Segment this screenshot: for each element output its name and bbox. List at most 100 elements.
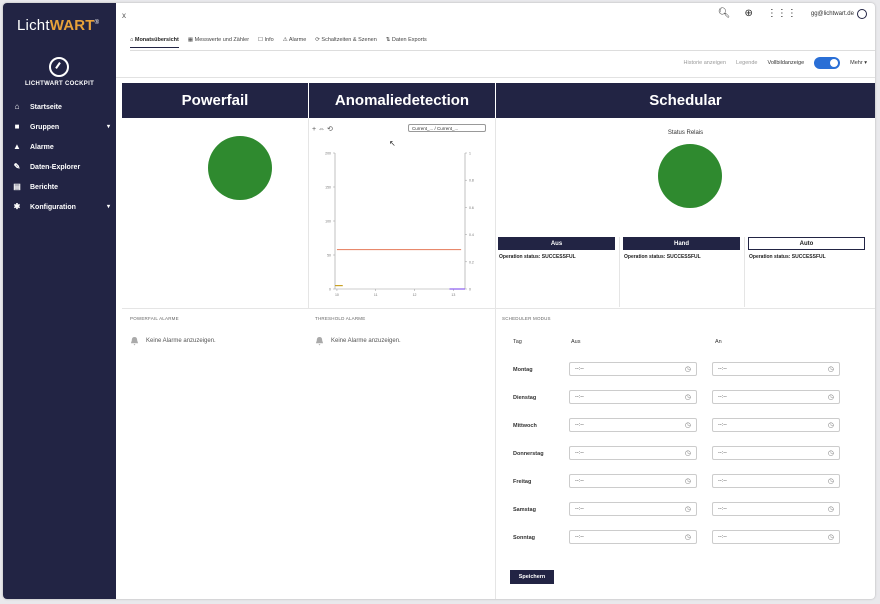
tab-info[interactable]: ☐ Info	[258, 37, 274, 48]
time-value: --:--	[718, 450, 727, 456]
user-menu[interactable]: gg@lichtwart.de	[810, 8, 867, 19]
x-tick-label: 12	[413, 293, 417, 297]
day-label: Samstag	[513, 507, 536, 513]
mode-hand-button[interactable]: Hand	[623, 237, 740, 250]
zoom-icon[interactable]: +	[312, 126, 316, 133]
time-input-an[interactable]: --:-- ◷	[712, 446, 840, 460]
tab-messwerte[interactable]: ▦ Messwerte und Zähler	[188, 37, 249, 48]
tab-daten-exports[interactable]: ⇅ Daten Exports	[386, 37, 427, 48]
day-label: Sonntag	[513, 535, 535, 541]
sidebar-nav: ⌂ Startseite ■ Gruppen ▾ ▲ Alarme ✎ Date…	[3, 97, 116, 217]
report-icon: ▤	[13, 182, 21, 191]
sidebar-item-konfiguration[interactable]: ✱ Konfiguration ▾	[3, 197, 116, 217]
time-value: --:--	[575, 450, 584, 456]
top-icons: 🔍︎ ⊕ ⋮⋮⋮ gg@lichtwart.de	[718, 8, 867, 19]
sidebar-item-startseite[interactable]: ⌂ Startseite	[3, 97, 116, 117]
day-label: Mittwoch	[513, 423, 537, 429]
y-tick-label: 50	[327, 254, 331, 258]
mode-aus-button[interactable]: Aus	[498, 237, 615, 250]
sidebar-item-label: Konfiguration	[30, 203, 76, 211]
powerfail-alarms-label: POWERFAIL ALARME	[130, 316, 179, 321]
anomalie-header: Anomaliedetection	[309, 83, 495, 118]
clock-icon: ◷	[684, 450, 691, 457]
time-value: --:--	[575, 422, 584, 428]
clock-icon: ◷	[827, 394, 834, 401]
time-input-aus[interactable]: --:-- ◷	[569, 474, 697, 488]
time-input-an[interactable]: --:-- ◷	[712, 362, 840, 376]
time-input-an[interactable]: --:-- ◷	[712, 474, 840, 488]
series-select[interactable]: Current_... / Current_...	[408, 124, 486, 132]
day-label: Donnerstag	[513, 451, 544, 457]
logo[interactable]: LichtWART®	[17, 17, 99, 34]
powerfail-header: Powerfail	[122, 83, 308, 118]
sidebar-item-daten-explorer[interactable]: ✎ Daten-Explorer	[3, 157, 116, 177]
logo-text: LichtWART	[17, 17, 95, 34]
fullscreen-label: Vollbildanzeige	[767, 60, 805, 66]
day-label: Freitag	[513, 479, 532, 485]
cursor-icon: ↖	[389, 139, 396, 148]
more-label: Mehr	[850, 60, 863, 66]
y-right-tick-label: 1	[469, 152, 471, 156]
pan-icon[interactable]: ⇔	[318, 126, 325, 133]
tab-label: Messwerte und Zähler	[194, 37, 250, 43]
no-alarms-text: Keine Alarme anzuzeigen.	[331, 338, 401, 344]
time-value: --:--	[718, 422, 727, 428]
more-menu[interactable]: Mehr ▾	[850, 60, 867, 66]
time-value: --:--	[718, 478, 727, 484]
y-tick-label: 150	[325, 186, 331, 190]
clock-icon: ◷	[684, 534, 691, 541]
time-input-aus[interactable]: --:-- ◷	[569, 390, 697, 404]
panel-divider	[495, 118, 496, 599]
time-input-aus[interactable]: --:-- ◷	[569, 530, 697, 544]
reset-icon[interactable]: ⟲	[327, 126, 333, 133]
time-input-aus[interactable]: --:-- ◷	[569, 418, 697, 432]
x-tick-label: 10	[335, 293, 339, 297]
home-icon: ⌂	[14, 102, 20, 111]
time-input-aus[interactable]: --:-- ◷	[569, 446, 697, 460]
sidebar-item-gruppen[interactable]: ■ Gruppen ▾	[3, 117, 116, 137]
mode-divider	[744, 237, 745, 307]
chevron-down-icon: ▾	[106, 124, 110, 130]
time-value: --:--	[718, 506, 727, 512]
tab-alarme[interactable]: ⚠ Alarme	[283, 37, 307, 48]
fullscreen-toggle[interactable]	[814, 57, 841, 69]
time-input-an[interactable]: --:-- ◷	[712, 530, 840, 544]
op-status-hand: Operation status: SUCCESSFUL	[624, 254, 701, 260]
op-status-auto: Operation status: SUCCESSFUL	[749, 254, 826, 260]
bell-icon	[130, 336, 139, 346]
time-input-an[interactable]: --:-- ◷	[712, 418, 840, 432]
apps-grid-icon[interactable]: ⋮⋮⋮	[767, 8, 797, 19]
logo-sup: ®	[94, 20, 100, 26]
col-tag: Tag	[513, 339, 522, 345]
anomalie-chart: 200 150 100 50 0 1 0.8 0.6 0.4 0.2 0 10 11 12 13	[325, 152, 474, 298]
clock-icon: ◷	[827, 422, 834, 429]
day-label: Dienstag	[513, 395, 537, 401]
bell-icon	[315, 336, 324, 346]
history-toggle[interactable]: Historie anzeigen	[684, 60, 727, 66]
user-email: gg@lichtwart.de	[810, 10, 854, 17]
y-right-tick-label: 0	[469, 288, 471, 292]
time-input-aus[interactable]: --:-- ◷	[569, 362, 697, 376]
add-icon[interactable]: ⊕	[744, 8, 752, 19]
tab-monatsuebersicht[interactable]: ⌂ Monatsübersicht	[130, 37, 179, 48]
tab-schaltzeiten[interactable]: ⟳ Schaltzeiten & Szenen	[315, 37, 376, 48]
view-toolbar: Historie anzeigen Legende Vollbildanzeig…	[684, 57, 867, 69]
sidebar-item-alarme[interactable]: ▲ Alarme	[3, 137, 116, 157]
sidebar-item-berichte[interactable]: ▤ Berichte	[3, 177, 116, 197]
clock-icon: ◷	[827, 366, 834, 373]
cockpit-label: LICHTWART COCKPIT	[24, 81, 95, 87]
search-icon[interactable]: 🔍︎	[718, 8, 731, 19]
time-input-aus[interactable]: --:-- ◷	[569, 502, 697, 516]
avatar	[857, 8, 867, 19]
close-button[interactable]: x	[122, 11, 126, 20]
legend-toggle[interactable]: Legende	[736, 60, 757, 66]
time-input-an[interactable]: --:-- ◷	[712, 502, 840, 516]
config-icon: ✱	[13, 202, 21, 211]
status-relais-title: Status Relais	[667, 130, 704, 136]
time-value: --:--	[575, 394, 584, 400]
mode-auto-button[interactable]: Auto	[748, 237, 865, 250]
time-input-an[interactable]: --:-- ◷	[712, 390, 840, 404]
bell-icon: ▲	[13, 142, 21, 151]
y-right-tick-label: 0.2	[469, 260, 474, 264]
save-button[interactable]: Speichern	[510, 570, 554, 584]
